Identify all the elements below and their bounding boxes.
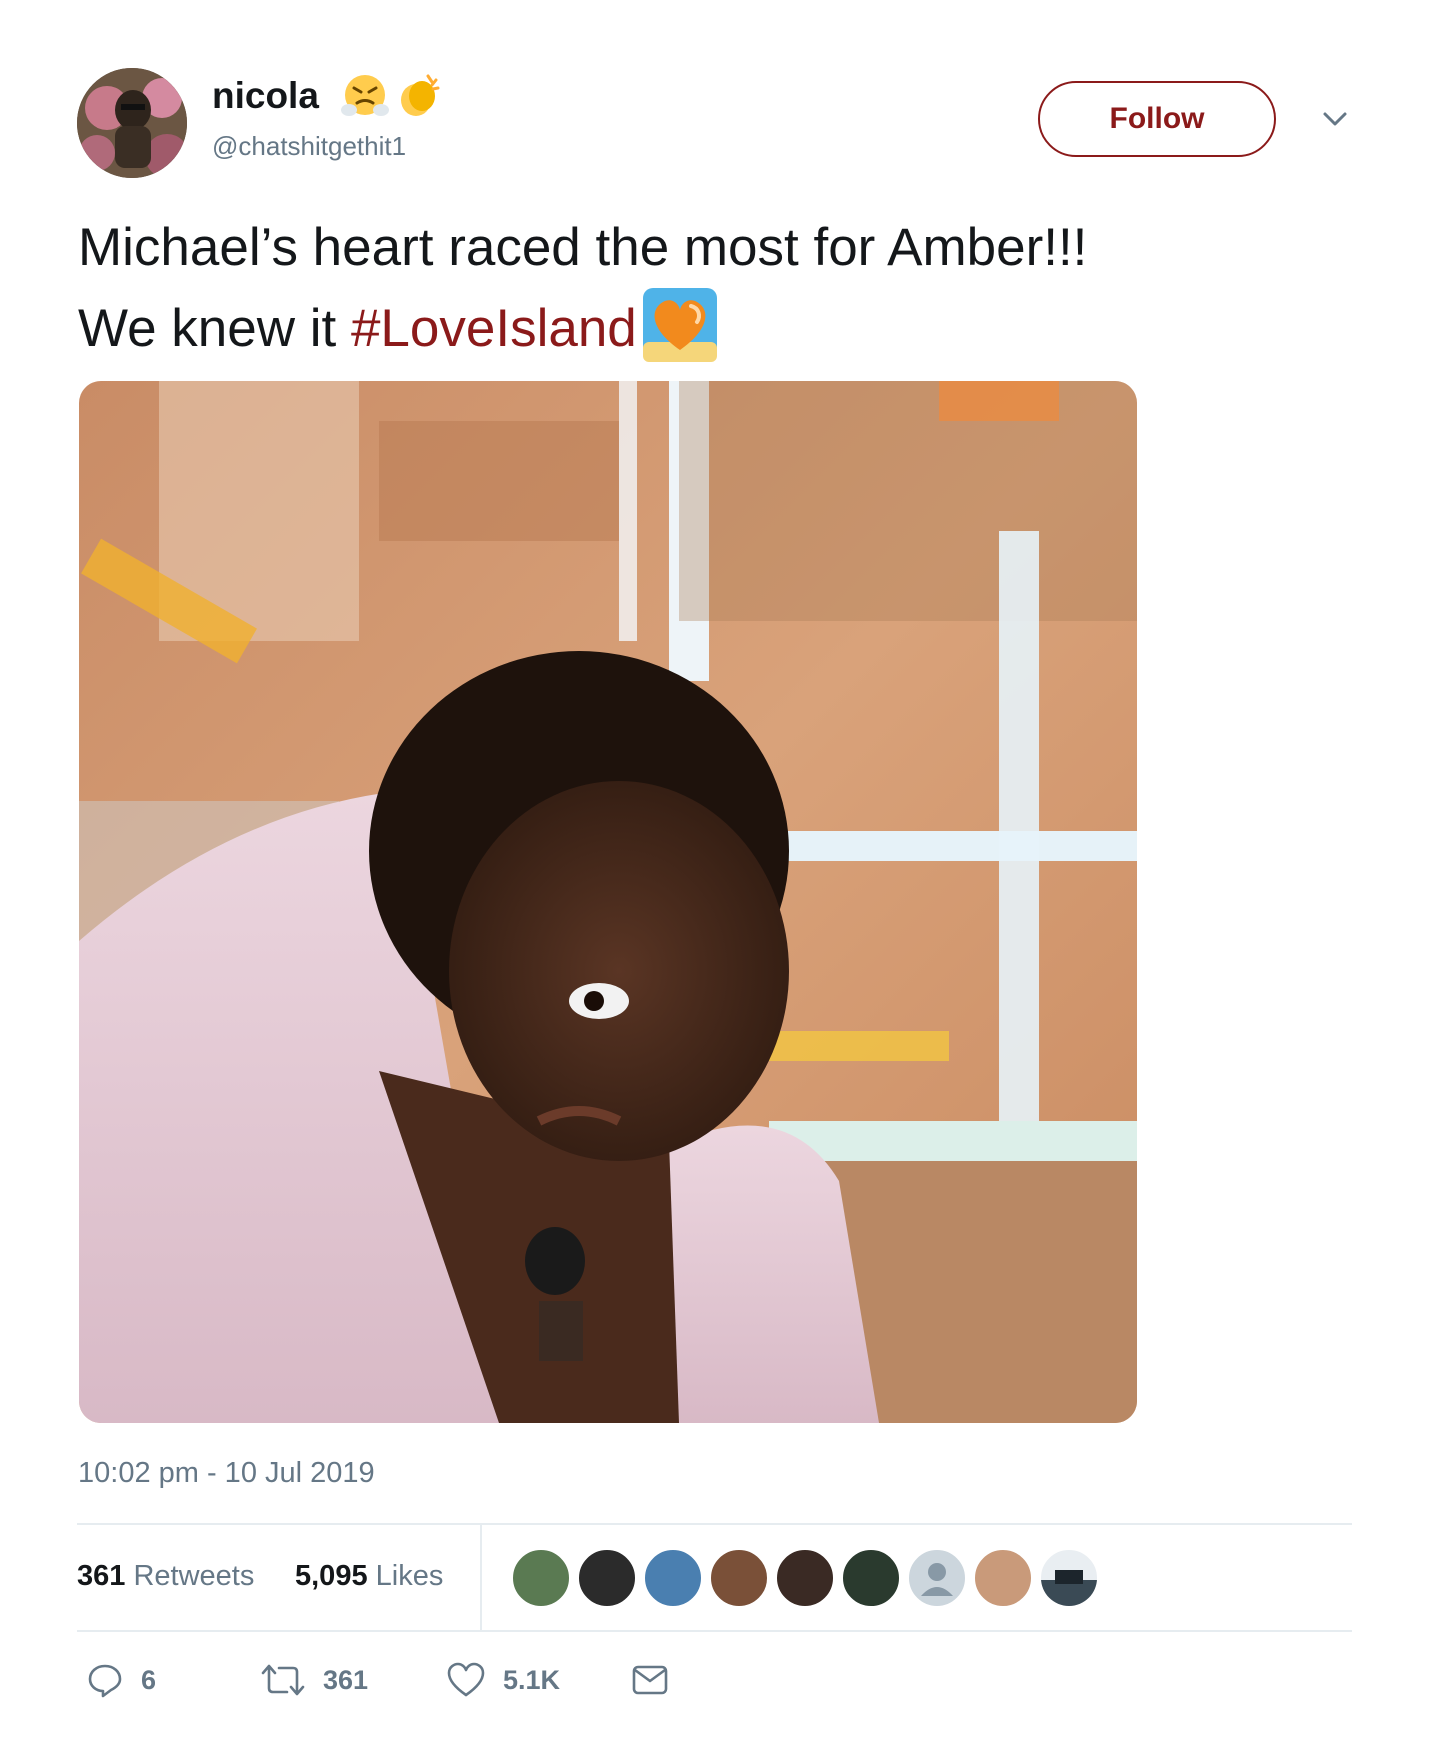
tweet-photo[interactable] (79, 381, 1137, 1423)
display-name[interactable]: nicola (212, 74, 319, 118)
retweets-label: Retweets (133, 1560, 255, 1592)
tweet-text-line-2: We knew it #LoveIsland (78, 286, 1398, 367)
likes-stat[interactable]: 5,095 Likes (295, 1556, 443, 1596)
tweet-timestamp[interactable]: 10:02 pm - 10 Jul 2019 (78, 1455, 375, 1491)
tweet-actions: 6 361 5.1K (77, 1650, 877, 1710)
like-action[interactable]: 5.1K (447, 1650, 560, 1710)
user-avatar[interactable] (77, 68, 187, 178)
heart-icon (447, 1662, 485, 1697)
hashtag-link[interactable]: #LoveIsland (351, 299, 637, 358)
stats-vertical-divider (480, 1524, 482, 1630)
tweet-text-prefix: We knew it (78, 299, 351, 358)
clapping-hands-icon (401, 74, 440, 116)
reply-count: 6 (141, 1664, 157, 1695)
face-with-steam-from-nose-icon (341, 75, 389, 116)
liker-avatar[interactable] (973, 1548, 1033, 1608)
tweet-text-line-1: Michael’s heart raced the most for Amber… (78, 218, 1088, 277)
envelope-icon (632, 1665, 668, 1695)
tweet-card: nicola @chatshitgethit1 Follow Michael’s… (0, 0, 1440, 1764)
liker-avatar[interactable] (643, 1548, 703, 1608)
liker-avatar[interactable] (709, 1548, 769, 1608)
liker-avatar[interactable] (841, 1548, 901, 1608)
reply-action[interactable]: 6 (87, 1650, 156, 1710)
like-count: 5.1K (503, 1664, 561, 1695)
likes-count: 5,095 (295, 1560, 368, 1592)
follow-button[interactable]: Follow (1038, 81, 1276, 157)
tweet-stats: 361 Retweets 5,095 Likes (77, 1524, 1352, 1630)
retweet-count: 361 (323, 1664, 369, 1695)
tweet-text: Michael’s heart raced the most for Amber… (78, 210, 1398, 367)
love-island-orange-heart-icon (642, 288, 717, 362)
retweet-icon (261, 1664, 305, 1696)
user-handle[interactable]: @chatshitgethit1 (212, 130, 406, 162)
liker-avatar-default[interactable] (907, 1548, 967, 1608)
liker-avatar[interactable] (511, 1548, 571, 1608)
likes-label: Likes (375, 1560, 444, 1592)
stats-bottom-divider (77, 1630, 1352, 1632)
reply-icon (88, 1664, 122, 1698)
liker-avatar[interactable] (775, 1548, 835, 1608)
liker-avatar[interactable] (1039, 1548, 1099, 1608)
retweets-count: 361 (77, 1560, 126, 1592)
retweet-action[interactable]: 361 (261, 1650, 368, 1710)
liker-avatar[interactable] (577, 1548, 637, 1608)
retweets-stat[interactable]: 361 Retweets (77, 1556, 254, 1596)
direct-message-action[interactable] (632, 1650, 668, 1710)
chevron-down-icon[interactable] (1322, 110, 1348, 128)
